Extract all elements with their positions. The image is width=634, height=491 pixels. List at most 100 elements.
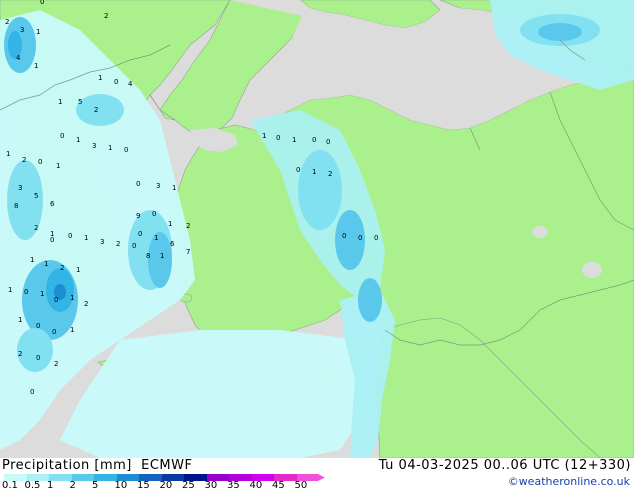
legend-tick-label: 2 bbox=[69, 480, 76, 491]
legend-tick-label: 45 bbox=[272, 480, 285, 491]
precip-value-label: 8 bbox=[146, 252, 150, 260]
precip-value-label: 1 bbox=[76, 266, 80, 274]
precip-value-label: 1 bbox=[34, 62, 38, 70]
legend-tick-label: 0.1 bbox=[2, 480, 18, 491]
legend-tick-label: 10 bbox=[114, 480, 128, 491]
precip-value-label: 2 bbox=[186, 222, 190, 230]
precip-value-label: 6 bbox=[170, 240, 175, 248]
legend-tick-label: 30 bbox=[204, 480, 218, 491]
precip-value-label: 3 bbox=[100, 238, 104, 246]
precip-value-label: 2 bbox=[116, 240, 120, 248]
precip-value-label: 1 bbox=[36, 28, 40, 36]
precip-value-label: 1 bbox=[108, 144, 112, 152]
precip-value-label: 2 bbox=[22, 156, 26, 164]
precip-value-label: 2 bbox=[54, 360, 58, 368]
precip-core-13 bbox=[538, 23, 582, 41]
precip-value-label: 0 bbox=[152, 210, 156, 218]
precip-value-label: 1 bbox=[40, 290, 44, 298]
precip-value-label: 3 bbox=[18, 184, 22, 192]
forecast-datetime: Tu 04-03-2025 00..06 UTC (12+330) bbox=[378, 458, 631, 473]
precip-value-label: 0 bbox=[138, 230, 142, 238]
precip-value-label: 1 bbox=[8, 286, 12, 294]
precip-core-5 bbox=[148, 232, 172, 288]
precip-value-label: 0 bbox=[114, 78, 118, 86]
precip-value-label: 1 bbox=[70, 294, 74, 302]
precip-value-label: 0 bbox=[132, 242, 136, 250]
precip-value-label: 1 bbox=[76, 136, 80, 144]
precip-value-label: 0 bbox=[30, 388, 34, 396]
precip-value-label: 4 bbox=[16, 54, 21, 62]
precip-value-label: 1 bbox=[18, 316, 22, 324]
precip-value-label: 0 bbox=[358, 234, 362, 242]
legend-tick-label: 35 bbox=[227, 480, 240, 491]
precip-value-label: 1 bbox=[58, 98, 62, 106]
legend-tick-label: 50 bbox=[294, 480, 308, 491]
precip-value-label: 0 bbox=[68, 232, 72, 240]
precip-value-label: 2 bbox=[328, 170, 332, 178]
source-credit: ©weatheronline.co.uk bbox=[507, 475, 630, 488]
precip-value-label: 1 bbox=[168, 220, 172, 228]
precip-value-label: 1 bbox=[262, 132, 266, 140]
precip-value-label: 0 bbox=[24, 288, 28, 296]
precip-value-label: 1 bbox=[84, 234, 88, 242]
legend-tick-label: 25 bbox=[182, 480, 195, 491]
precip-value-label: 1 bbox=[56, 162, 60, 170]
legend-tick-label: 1 bbox=[47, 480, 54, 491]
precip-value-label: 1 bbox=[44, 260, 48, 268]
precip-value-label: 4 bbox=[128, 80, 133, 88]
precip-value-label: 8 bbox=[14, 202, 18, 210]
precip-value-label: 2 bbox=[18, 350, 22, 358]
precip-value-label: 1 bbox=[292, 136, 296, 144]
precip-value-label: 3 bbox=[156, 182, 160, 190]
precip-value-label: 0 bbox=[50, 236, 54, 244]
precip-value-label: 2 bbox=[104, 12, 108, 20]
legend-tick-label: 20 bbox=[159, 480, 173, 491]
precip-value-label: 1 bbox=[172, 184, 176, 192]
precip-core-14 bbox=[76, 94, 124, 126]
precip-core-9 bbox=[298, 150, 342, 230]
precip-value-label: 0 bbox=[296, 166, 300, 174]
precip-value-label: 6 bbox=[50, 200, 55, 208]
lake-van bbox=[582, 262, 602, 278]
legend-tick-label: 40 bbox=[249, 480, 263, 491]
precip-value-label: 0 bbox=[124, 146, 128, 154]
precip-value-label: 1 bbox=[154, 234, 158, 242]
precip-value-label: 2 bbox=[84, 300, 88, 308]
precip-legend: 0.1 0.5 1 2 5 10 15 20 25 30 35 40 45 50 bbox=[0, 474, 330, 491]
precip-value-label: 9 bbox=[136, 212, 140, 220]
precip-value-label: 7 bbox=[186, 248, 190, 256]
precip-value-label: 2 bbox=[60, 264, 64, 272]
precip-value-label: 0 bbox=[38, 158, 42, 166]
lake-caspian-edge bbox=[532, 226, 548, 238]
precip-value-label: 0 bbox=[326, 138, 330, 146]
legend-tick-label: 0.5 bbox=[24, 480, 41, 491]
precip-value-label: 0 bbox=[276, 134, 280, 142]
precip-value-label: 1 bbox=[70, 326, 74, 334]
precip-value-label: 3 bbox=[20, 26, 24, 34]
precip-value-label: 0 bbox=[136, 180, 140, 188]
precip-value-label: 2 bbox=[34, 224, 38, 232]
map-footer: Precipitation [mm] ECMWF Tu 04-03-2025 0… bbox=[0, 458, 634, 491]
legend-tick-label: 15 bbox=[137, 480, 150, 491]
precip-value-label: 2 bbox=[5, 18, 9, 26]
precip-value-label: 3 bbox=[92, 142, 96, 150]
precip-value-label: 0 bbox=[52, 328, 56, 336]
precip-value-label: 0 bbox=[312, 136, 316, 144]
precip-value-label: 0 bbox=[374, 234, 378, 242]
precip-value-label: 5 bbox=[78, 98, 82, 106]
precip-core-11 bbox=[358, 278, 382, 322]
precip-value-label: 0 bbox=[60, 132, 64, 140]
precip-value-label: 0 bbox=[54, 296, 58, 304]
precipitation-map: 23 141201401250 13 1 012 0 13568210 3 19 01 20 1678… bbox=[0, 0, 634, 458]
precip-value-label: 2 bbox=[94, 106, 98, 114]
precip-value-label: 1 bbox=[30, 256, 34, 264]
precip-value-label: 1 bbox=[6, 150, 10, 158]
precip-value-label: 0 bbox=[36, 322, 40, 330]
weather-map-view: 2314120140125013101201356821031901201678… bbox=[0, 0, 634, 491]
precip-value-label: 1 bbox=[98, 74, 102, 82]
precip-value-label: 1 bbox=[312, 168, 316, 176]
precip-value-label: 0 bbox=[36, 354, 40, 362]
map-title: Precipitation [mm] ECMWF bbox=[2, 458, 193, 473]
legend-tick-label: 5 bbox=[92, 480, 99, 491]
precip-value-label: 0 bbox=[40, 0, 44, 6]
